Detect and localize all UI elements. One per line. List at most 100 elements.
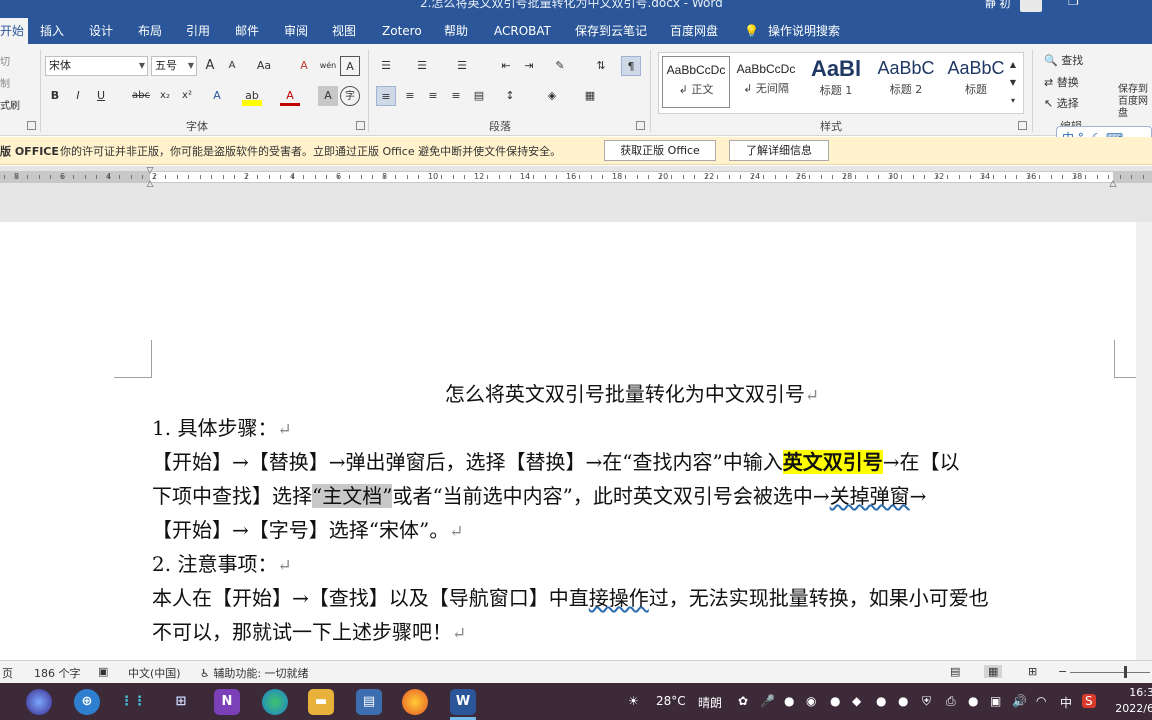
accessibility-status[interactable]: ♿ 辅助功能: 一切就绪 bbox=[200, 665, 309, 681]
tab-mailings[interactable]: 邮件 bbox=[235, 18, 259, 44]
doc-paragraph[interactable]: 【开始】→【字号】选择“宋体”。↵ bbox=[152, 514, 463, 549]
doc-paragraph[interactable]: 下项中查找】选择“主文档”或者“当前选中内容”，此时英文双引号会被选中→关掉弹窗… bbox=[152, 480, 926, 513]
search-icon[interactable]: ⊕ bbox=[74, 689, 100, 715]
weather-icon[interactable]: ☀ bbox=[628, 694, 639, 708]
clipboard-launcher-icon[interactable] bbox=[27, 121, 36, 130]
zoom-out-icon[interactable]: − bbox=[1058, 665, 1067, 678]
doc-paragraph[interactable]: 2. 注意事项：↵ bbox=[152, 548, 292, 583]
format-painter-button[interactable]: 式刷 bbox=[0, 97, 20, 112]
app-icon[interactable]: ▤ bbox=[356, 689, 382, 715]
line-spacing-icon[interactable]: ↕ bbox=[500, 86, 520, 106]
shading-icon[interactable]: ◈ bbox=[542, 86, 562, 106]
change-case-button[interactable]: Aa bbox=[250, 56, 278, 76]
chinese-layout-icon[interactable]: ✎ bbox=[550, 56, 570, 76]
cut-button[interactable]: 切 bbox=[0, 53, 10, 68]
enclose-char-button[interactable]: 字 bbox=[340, 86, 360, 106]
volume-icon[interactable]: 🔊 bbox=[1012, 694, 1027, 708]
doc-paragraph[interactable]: 【开始】→【替换】→弹出弹窗后，选择【替换】→在“查找内容”中输入英文双引号→在… bbox=[152, 446, 960, 479]
distributed-icon[interactable]: ▤ bbox=[469, 86, 489, 106]
tab-baidu[interactable]: 百度网盘 bbox=[670, 18, 718, 44]
style-title[interactable]: AaBbC 标题 bbox=[942, 56, 1010, 108]
tab-layout[interactable]: 布局 bbox=[138, 18, 162, 44]
phonetic-guide-button[interactable]: wén bbox=[318, 56, 338, 76]
tab-view[interactable]: 视图 bbox=[332, 18, 356, 44]
weather-desc[interactable]: 晴朗 bbox=[698, 694, 722, 711]
onenote-icon[interactable]: N bbox=[214, 689, 240, 715]
vertical-scrollbar[interactable] bbox=[1136, 222, 1152, 660]
font-launcher-icon[interactable] bbox=[356, 121, 365, 130]
superscript-button[interactable]: x² bbox=[177, 86, 197, 106]
clock[interactable]: 16:3 2022/6 bbox=[1114, 685, 1152, 717]
web-layout-icon[interactable]: ⊞ bbox=[1028, 665, 1037, 678]
decrease-indent-icon[interactable]: ⇤ bbox=[496, 56, 516, 76]
ime-indicator[interactable]: 中 bbox=[1060, 694, 1072, 711]
zoom-slider[interactable] bbox=[1070, 672, 1150, 673]
page-indicator[interactable]: 页 bbox=[2, 665, 13, 681]
chevron-down-icon[interactable]: ▼ bbox=[139, 57, 145, 75]
gallery-more-icon[interactable]: ▾ bbox=[1005, 91, 1021, 111]
multilevel-list-icon[interactable]: ☰ bbox=[452, 56, 472, 76]
style-heading-1[interactable]: AaBl 标题 1 bbox=[802, 56, 870, 108]
font-color-button[interactable]: A bbox=[280, 86, 300, 106]
print-layout-icon[interactable]: ▦ bbox=[984, 665, 1003, 678]
word-count[interactable]: 186 个字 bbox=[34, 665, 81, 681]
find-button[interactable]: 🔍 查找 bbox=[1044, 52, 1083, 68]
doc-title[interactable]: 怎么将英文双引号批量转化为中文双引号↵ bbox=[152, 378, 1112, 413]
align-right-icon[interactable]: ≡ bbox=[423, 86, 443, 106]
replace-button[interactable]: ⇄ 替换 bbox=[1044, 74, 1079, 90]
strikethrough-button[interactable]: abc bbox=[128, 86, 154, 106]
tab-acrobat[interactable]: ACROBAT bbox=[494, 18, 551, 44]
tray-app-icon[interactable]: ◆ bbox=[852, 694, 861, 708]
edge-icon[interactable] bbox=[262, 689, 288, 715]
chevron-down-icon[interactable]: ▼ bbox=[188, 57, 194, 75]
style-no-spacing[interactable]: AaBbCcDc ↲ 无间隔 bbox=[732, 56, 800, 108]
char-shading-button[interactable]: A bbox=[318, 86, 338, 106]
lightbulb-icon[interactable]: 💡 bbox=[744, 18, 759, 44]
proofing-icon[interactable]: ▣ bbox=[98, 665, 108, 678]
align-left-icon[interactable]: ≡ bbox=[376, 86, 396, 106]
learn-more-button[interactable]: 了解详细信息 bbox=[729, 140, 829, 161]
borders-icon[interactable]: ▦ bbox=[580, 86, 600, 106]
tab-cloud-notes[interactable]: 保存到云笔记 bbox=[575, 18, 647, 44]
tray-app-icon[interactable]: ● bbox=[898, 694, 908, 708]
justify-icon[interactable]: ≡ bbox=[446, 86, 466, 106]
underline-button[interactable]: U bbox=[91, 86, 111, 106]
text-effects-button[interactable]: A bbox=[207, 86, 227, 106]
select-button[interactable]: ↖ 选择 bbox=[1044, 95, 1079, 111]
zoom-slider-thumb[interactable] bbox=[1124, 666, 1127, 678]
char-border-button[interactable]: A bbox=[340, 56, 360, 76]
horizontal-ruler[interactable]: 86422468101214161820222426283032343638 ▽… bbox=[0, 166, 1152, 189]
start-orb-icon[interactable] bbox=[26, 689, 52, 715]
word-icon[interactable]: W bbox=[450, 689, 476, 715]
tray-app-icon[interactable]: ● bbox=[876, 694, 886, 708]
bold-button[interactable]: B bbox=[45, 86, 65, 106]
tab-home[interactable]: 开始 bbox=[0, 18, 29, 44]
italic-button[interactable]: I bbox=[68, 86, 88, 106]
highlight-button[interactable]: ab bbox=[242, 86, 262, 106]
focus-mode-icon[interactable]: ▤ bbox=[950, 665, 960, 678]
increase-indent-icon[interactable]: ⇥ bbox=[519, 56, 539, 76]
style-heading-2[interactable]: AaBbC 标题 2 bbox=[872, 56, 940, 108]
sogou-icon[interactable]: S bbox=[1082, 694, 1096, 708]
firefox-icon[interactable] bbox=[402, 689, 428, 715]
weather-temp[interactable]: 28°C bbox=[656, 694, 686, 708]
bullets-icon[interactable]: ☰ bbox=[376, 56, 396, 76]
tray-app-icon[interactable]: ● bbox=[830, 694, 840, 708]
tab-review[interactable]: 审阅 bbox=[284, 18, 308, 44]
numbering-icon[interactable]: ☰ bbox=[412, 56, 432, 76]
shield-icon[interactable]: ⛨ bbox=[922, 694, 931, 709]
style-normal[interactable]: AaBbCcDc ↲ 正文 bbox=[662, 56, 730, 108]
left-indent-icon[interactable]: △ bbox=[145, 179, 155, 189]
restore-icon[interactable]: ❐ bbox=[1068, 0, 1079, 8]
printer-icon[interactable]: ⎙ bbox=[946, 694, 956, 709]
tray-app-icon[interactable]: ● bbox=[968, 694, 978, 708]
language-indicator[interactable]: 中文(中国) bbox=[128, 665, 181, 681]
tab-help[interactable]: 帮助 bbox=[444, 18, 468, 44]
gallery-down-icon[interactable]: ▼ bbox=[1005, 73, 1021, 93]
app-launcher-icon[interactable]: ⋮⋮ bbox=[120, 689, 146, 715]
save-to-baidu-button[interactable]: 保存到百度网盘 bbox=[1118, 84, 1152, 120]
doc-paragraph[interactable]: 不可以，那就试一下上述步骤吧！↵ bbox=[152, 616, 466, 651]
show-marks-icon[interactable]: ¶ bbox=[621, 56, 641, 76]
font-size-select[interactable]: 五号 ▼ bbox=[151, 56, 197, 76]
doc-paragraph[interactable]: 1. 具体步骤：↵ bbox=[152, 412, 292, 447]
